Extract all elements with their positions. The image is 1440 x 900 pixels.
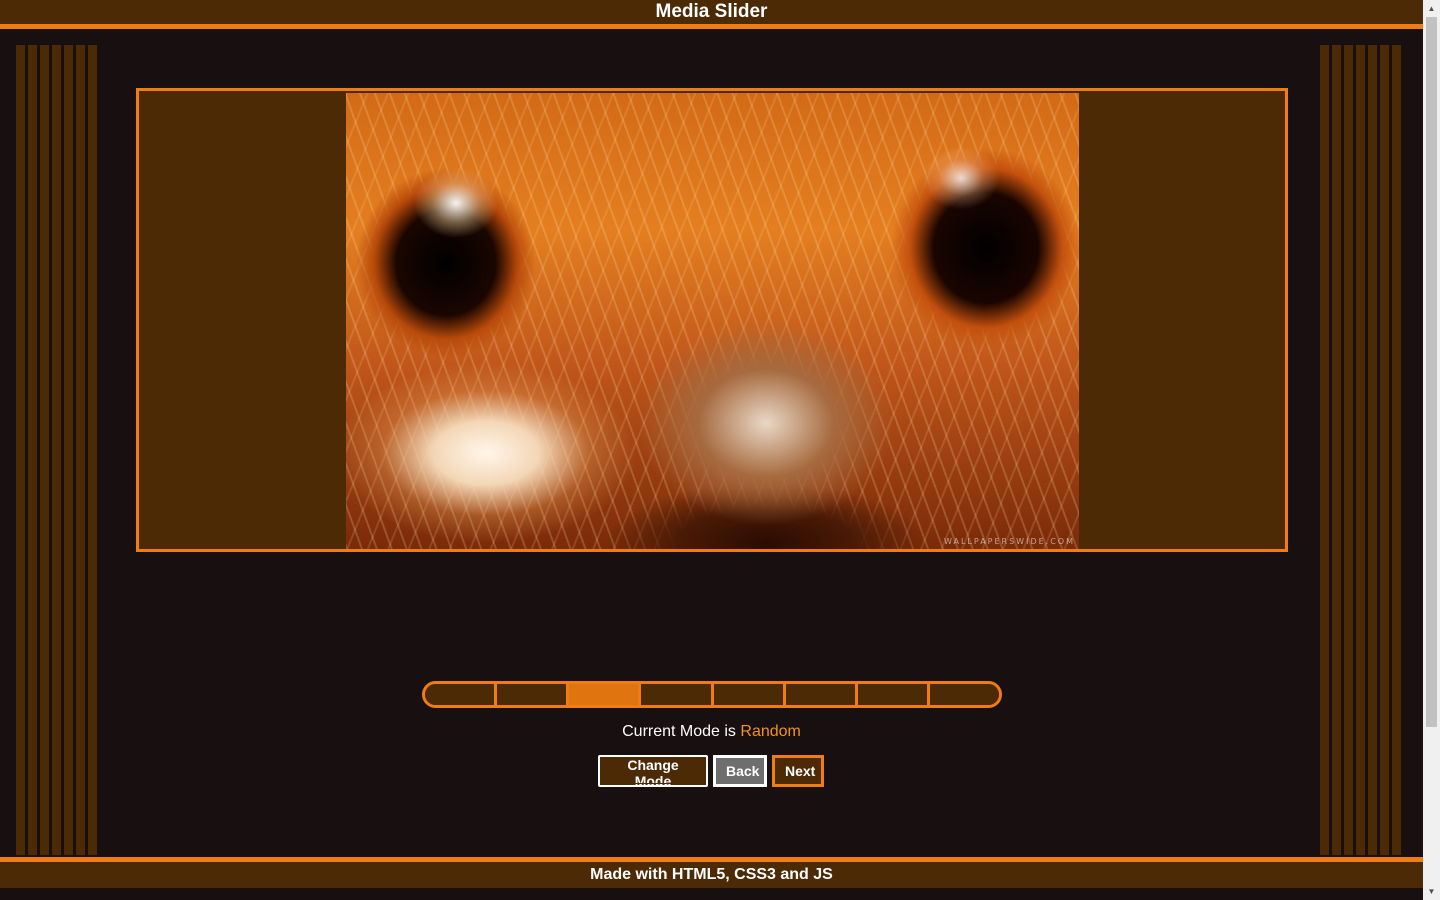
- progress-segment-5[interactable]: [713, 684, 786, 705]
- page-title: Media Slider: [655, 1, 768, 22]
- slide-image: WALLPAPERSWIDE.COM: [346, 93, 1079, 549]
- page-header: Media Slider: [0, 0, 1423, 29]
- page-footer: Made with HTML5, CSS3 and JS: [0, 857, 1423, 888]
- progress-segment-2[interactable]: [497, 684, 570, 705]
- progress-segment-4[interactable]: [641, 684, 714, 705]
- scroll-up-arrow-icon[interactable]: ▲: [1423, 0, 1440, 17]
- scroll-down-arrow-icon[interactable]: ▼: [1423, 883, 1440, 900]
- progress-segment-3[interactable]: [569, 684, 642, 705]
- footer-text: Made with HTML5, CSS3 and JS: [590, 866, 833, 883]
- progress-segment-7[interactable]: [857, 684, 930, 705]
- slider-controls: Change Mode Back Next: [598, 755, 824, 789]
- progress-segment-6[interactable]: [785, 684, 858, 705]
- scrollbar-thumb[interactable]: [1426, 17, 1437, 727]
- progress-segment-1[interactable]: [425, 684, 498, 705]
- slide-stage: WALLPAPERSWIDE.COM: [136, 88, 1288, 552]
- slide-progress-bar: [422, 681, 1002, 708]
- image-watermark: WALLPAPERSWIDE.COM: [944, 537, 1075, 546]
- media-slider-page: Media Slider WALLPAPERSWIDE.COM Current …: [0, 0, 1440, 900]
- mode-value: Random: [740, 723, 801, 740]
- change-mode-button[interactable]: Change Mode: [598, 755, 708, 789]
- mode-prefix: Current Mode is: [622, 723, 736, 740]
- back-button[interactable]: Back: [713, 755, 767, 787]
- progress-segment-8[interactable]: [929, 684, 999, 705]
- current-mode-text: Current Mode is Random: [0, 722, 1423, 742]
- next-button[interactable]: Next: [772, 755, 824, 787]
- vertical-scrollbar[interactable]: ▲ ▼: [1423, 0, 1440, 900]
